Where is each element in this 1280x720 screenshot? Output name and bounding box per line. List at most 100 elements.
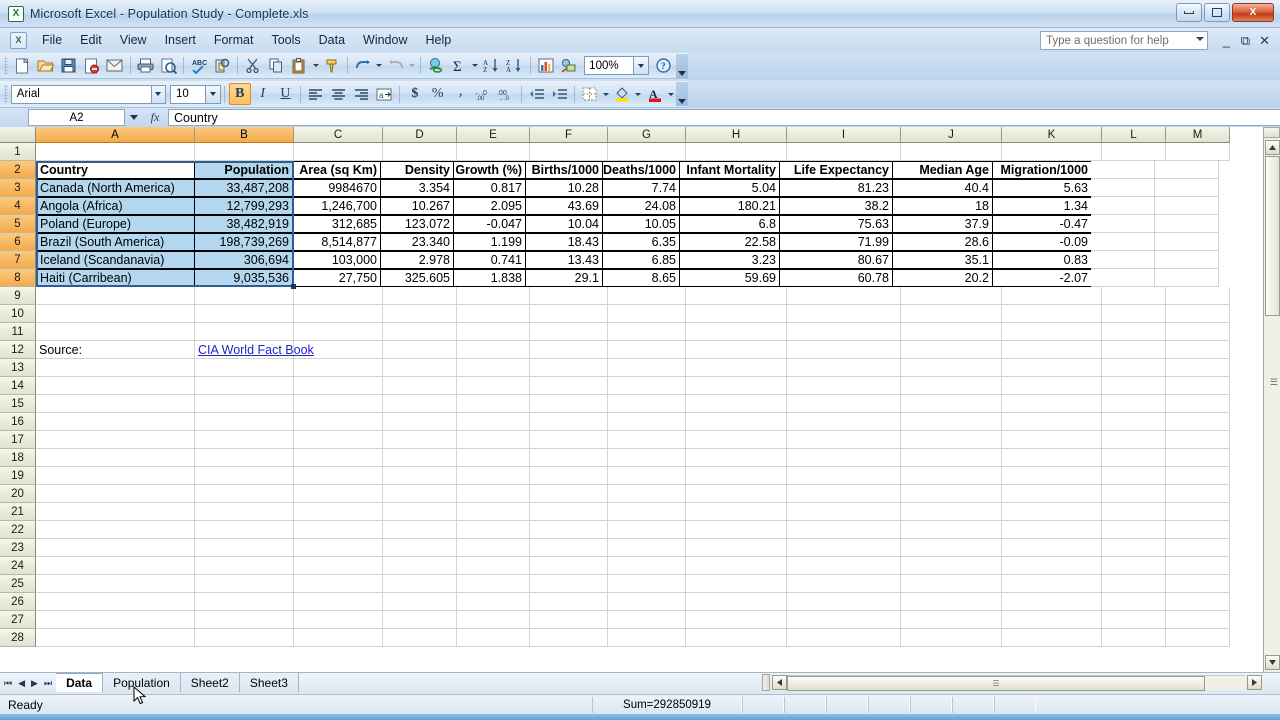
cell-G8[interactable]: 8.65 bbox=[602, 269, 680, 287]
row-header-28[interactable]: 28 bbox=[0, 629, 36, 647]
cell-M9[interactable] bbox=[1166, 287, 1230, 305]
cell-M15[interactable] bbox=[1166, 395, 1230, 413]
undo-dropdown-icon[interactable] bbox=[374, 55, 384, 77]
cell-H15[interactable] bbox=[686, 395, 787, 413]
cell-L8[interactable] bbox=[1091, 269, 1155, 287]
cell-I5[interactable]: 75.63 bbox=[779, 215, 893, 233]
cell-L18[interactable] bbox=[1102, 449, 1166, 467]
cell-B18[interactable] bbox=[195, 449, 294, 467]
cell-D14[interactable] bbox=[383, 377, 457, 395]
column-header-E[interactable]: E bbox=[457, 127, 530, 143]
cell-E13[interactable] bbox=[457, 359, 530, 377]
cell-M11[interactable] bbox=[1166, 323, 1230, 341]
cell-D25[interactable] bbox=[383, 575, 457, 593]
cell-A20[interactable] bbox=[36, 485, 195, 503]
cell-I24[interactable] bbox=[787, 557, 901, 575]
cell-B8[interactable]: 9,035,536 bbox=[194, 269, 293, 287]
cell-D13[interactable] bbox=[383, 359, 457, 377]
cell-H7[interactable]: 3.23 bbox=[679, 251, 780, 269]
print-preview-icon[interactable] bbox=[158, 55, 180, 77]
cell-F10[interactable] bbox=[530, 305, 608, 323]
vertical-scrollbar[interactable]: ☰ bbox=[1263, 127, 1280, 672]
cell-D6[interactable]: 23.340 bbox=[380, 233, 454, 251]
spelling-icon[interactable]: ABC bbox=[188, 55, 210, 77]
minimize-workbook-button[interactable]: _ bbox=[1223, 33, 1230, 48]
cell-I27[interactable] bbox=[787, 611, 901, 629]
cell-D28[interactable] bbox=[383, 629, 457, 647]
align-right-icon[interactable] bbox=[351, 83, 373, 105]
menu-help[interactable]: Help bbox=[417, 30, 461, 50]
cell-E17[interactable] bbox=[457, 431, 530, 449]
cell-C3[interactable]: 9984670 bbox=[292, 179, 381, 197]
cell-G16[interactable] bbox=[608, 413, 686, 431]
cell-E10[interactable] bbox=[457, 305, 530, 323]
cell-I1[interactable] bbox=[787, 143, 901, 161]
cell-I21[interactable] bbox=[787, 503, 901, 521]
cell-F27[interactable] bbox=[530, 611, 608, 629]
column-header-A[interactable]: A bbox=[36, 127, 195, 143]
copy-icon[interactable] bbox=[265, 55, 287, 77]
cell-C23[interactable] bbox=[294, 539, 383, 557]
cell-L24[interactable] bbox=[1102, 557, 1166, 575]
zoom-input[interactable]: 100% bbox=[584, 56, 635, 75]
cell-D3[interactable]: 3.354 bbox=[380, 179, 454, 197]
row-header-10[interactable]: 10 bbox=[0, 305, 36, 323]
cell-E26[interactable] bbox=[457, 593, 530, 611]
cell-I14[interactable] bbox=[787, 377, 901, 395]
cell-A3[interactable]: Canada (North America) bbox=[36, 179, 195, 197]
row-header-23[interactable]: 23 bbox=[0, 539, 36, 557]
cell-J13[interactable] bbox=[901, 359, 1002, 377]
cell-F28[interactable] bbox=[530, 629, 608, 647]
cell-H18[interactable] bbox=[686, 449, 787, 467]
cell-H17[interactable] bbox=[686, 431, 787, 449]
menu-data[interactable]: Data bbox=[310, 30, 354, 50]
cell-J2[interactable]: Median Age bbox=[892, 161, 993, 179]
formatting-toolbar-options-button[interactable] bbox=[675, 82, 688, 106]
cell-F14[interactable] bbox=[530, 377, 608, 395]
cell-A21[interactable] bbox=[36, 503, 195, 521]
cell-H9[interactable] bbox=[686, 287, 787, 305]
cell-J18[interactable] bbox=[901, 449, 1002, 467]
cell-L16[interactable] bbox=[1102, 413, 1166, 431]
cell-J15[interactable] bbox=[901, 395, 1002, 413]
row-header-26[interactable]: 26 bbox=[0, 593, 36, 611]
cell-B17[interactable] bbox=[195, 431, 294, 449]
cell-M8[interactable] bbox=[1155, 269, 1219, 287]
column-header-M[interactable]: M bbox=[1166, 127, 1230, 143]
cell-H5[interactable]: 6.8 bbox=[679, 215, 780, 233]
tab-split-handle[interactable] bbox=[762, 674, 770, 691]
cell-C20[interactable] bbox=[294, 485, 383, 503]
cell-M17[interactable] bbox=[1166, 431, 1230, 449]
font-name-input[interactable]: Arial bbox=[10, 84, 152, 104]
cell-I18[interactable] bbox=[787, 449, 901, 467]
horizontal-scroll-thumb[interactable]: ☰ bbox=[787, 676, 1205, 691]
cell-L2[interactable] bbox=[1091, 161, 1155, 179]
cell-C8[interactable]: 27,750 bbox=[292, 269, 381, 287]
cell-A25[interactable] bbox=[36, 575, 195, 593]
restore-button[interactable] bbox=[1204, 3, 1230, 22]
cell-F5[interactable]: 10.04 bbox=[525, 215, 603, 233]
decrease-indent-icon[interactable] bbox=[526, 83, 548, 105]
cell-F22[interactable] bbox=[530, 521, 608, 539]
cell-B2[interactable]: Population bbox=[194, 161, 293, 179]
italic-button[interactable]: I bbox=[252, 83, 274, 105]
cell-L7[interactable] bbox=[1091, 251, 1155, 269]
cell-I26[interactable] bbox=[787, 593, 901, 611]
autosum-dropdown-icon[interactable] bbox=[471, 55, 481, 77]
cell-K12[interactable] bbox=[1002, 341, 1102, 359]
row-header-27[interactable]: 27 bbox=[0, 611, 36, 629]
vertical-scroll-thumb[interactable] bbox=[1264, 156, 1280, 316]
cell-C22[interactable] bbox=[294, 521, 383, 539]
cell-G23[interactable] bbox=[608, 539, 686, 557]
row-header-2[interactable]: 2 bbox=[0, 161, 36, 179]
cell-M6[interactable] bbox=[1155, 233, 1219, 251]
cell-I10[interactable] bbox=[787, 305, 901, 323]
cell-H8[interactable]: 59.69 bbox=[679, 269, 780, 287]
cell-M4[interactable] bbox=[1155, 197, 1219, 215]
sort-ascending-icon[interactable]: AZ bbox=[481, 55, 503, 77]
cell-I28[interactable] bbox=[787, 629, 901, 647]
row-header-9[interactable]: 9 bbox=[0, 287, 36, 305]
cell-C27[interactable] bbox=[294, 611, 383, 629]
minimize-button[interactable] bbox=[1176, 3, 1202, 22]
scroll-up-button[interactable] bbox=[1264, 140, 1280, 155]
